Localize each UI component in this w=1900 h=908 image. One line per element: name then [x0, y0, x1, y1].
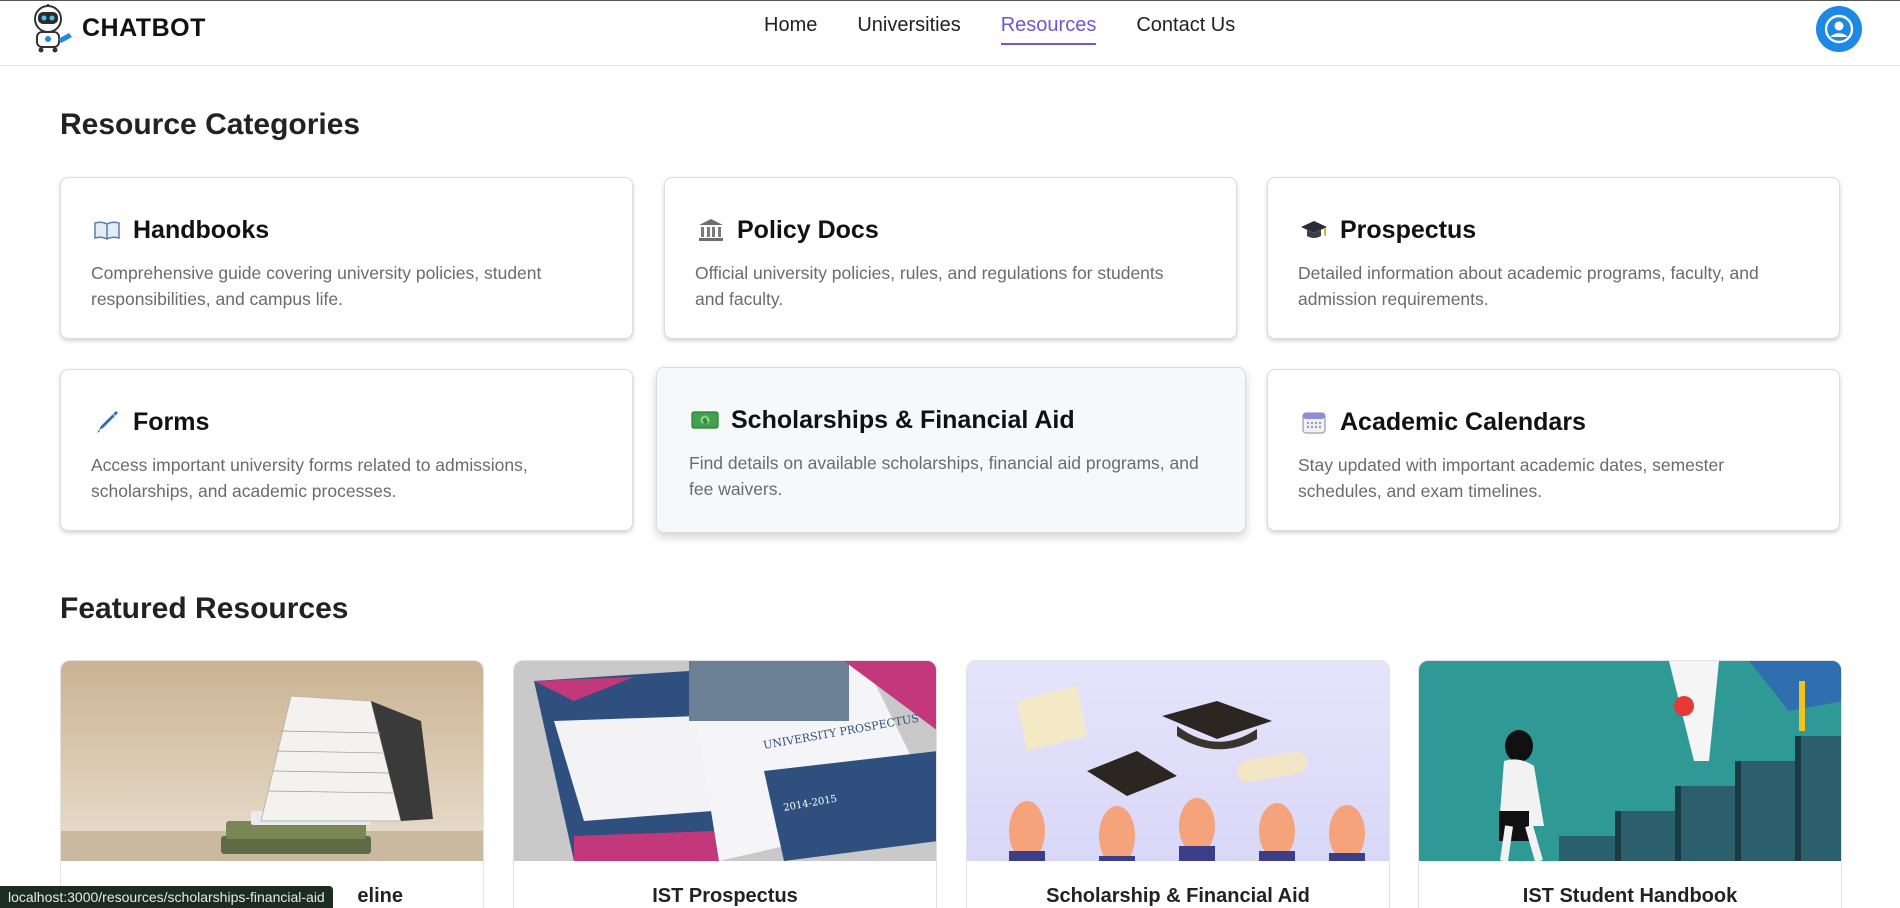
calendar-icon [1298, 408, 1330, 436]
prospectus-brochure-image: UNIVERSITY PROSPECTUS 2014-2015 [514, 661, 936, 861]
user-avatar-button[interactable] [1816, 6, 1862, 52]
category-card-prospectus[interactable]: Prospectus Detailed information about ac… [1267, 177, 1840, 339]
featured-card-scholarship-financial-aid[interactable]: Scholarship & Financial Aid [966, 660, 1390, 908]
svg-text:$: $ [702, 417, 708, 426]
status-bar-url: localhost:3000/resources/scholarships-fi… [0, 886, 333, 908]
category-description: Access important university forms relate… [91, 455, 528, 501]
category-card-policy-docs[interactable]: Policy Docs Official university policies… [664, 177, 1237, 339]
category-title: Policy Docs [737, 215, 879, 244]
robot-logo-icon [34, 4, 72, 53]
classical-building-icon [695, 216, 727, 244]
open-book-icon [91, 216, 123, 244]
category-description: Find details on available scholarships, … [689, 453, 1199, 499]
pen-icon [91, 408, 123, 436]
featured-card-timeline[interactable]: eline [60, 660, 484, 908]
category-title: Academic Calendars [1340, 407, 1586, 436]
category-card-forms[interactable]: Forms Access important university forms … [60, 369, 633, 531]
category-description: Stay updated with important academic dat… [1298, 455, 1725, 501]
stairs-graduation-image [1419, 661, 1841, 861]
featured-title: Scholarship & Financial Aid [1046, 885, 1310, 907]
featured-card-ist-student-handbook[interactable]: IST Student Handbook [1418, 660, 1842, 908]
category-title: Scholarships & Financial Aid [731, 405, 1075, 434]
main-nav: Home Universities Resources Contact Us [764, 1, 1235, 51]
desk-calendar-image [61, 661, 483, 861]
graduation-caps-hands-image [967, 661, 1389, 861]
featured-card-ist-prospectus[interactable]: UNIVERSITY PROSPECTUS 2014-2015 IST Pros… [513, 660, 937, 908]
category-title: Handbooks [133, 215, 270, 244]
featured-resources-heading: Featured Resources [60, 592, 349, 625]
dollar-banknote-icon: $ [689, 406, 721, 434]
nav-resources[interactable]: Resources [1000, 1, 1096, 47]
featured-title: IST Prospectus [652, 885, 798, 907]
nav-contact-us[interactable]: Contact Us [1136, 1, 1235, 47]
category-card-handbooks[interactable]: Handbooks Comprehensive guide covering u… [60, 177, 633, 339]
category-title: Prospectus [1340, 215, 1477, 244]
brand[interactable]: CHATBOT [28, 3, 206, 53]
top-navbar: CHATBOT Home Universities Resources Cont… [0, 0, 1900, 66]
featured-title: IST Student Handbook [1522, 885, 1738, 907]
category-card-academic-calendars[interactable]: Academic Calendars Stay updated with imp… [1267, 369, 1840, 531]
category-description: Official university policies, rules, and… [695, 263, 1164, 309]
category-description: Detailed information about academic prog… [1298, 263, 1759, 309]
nav-home[interactable]: Home [764, 1, 817, 47]
graduation-cap-icon [1298, 216, 1330, 244]
category-description: Comprehensive guide covering university … [91, 263, 542, 309]
category-title: Forms [133, 407, 210, 436]
user-circle-icon [1824, 14, 1854, 44]
brand-name: CHATBOT [82, 13, 206, 42]
resource-categories-heading: Resource Categories [60, 108, 361, 141]
category-card-scholarships-financial-aid[interactable]: $ Scholarships & Financial Aid Find deta… [656, 367, 1246, 533]
nav-universities[interactable]: Universities [857, 1, 960, 47]
